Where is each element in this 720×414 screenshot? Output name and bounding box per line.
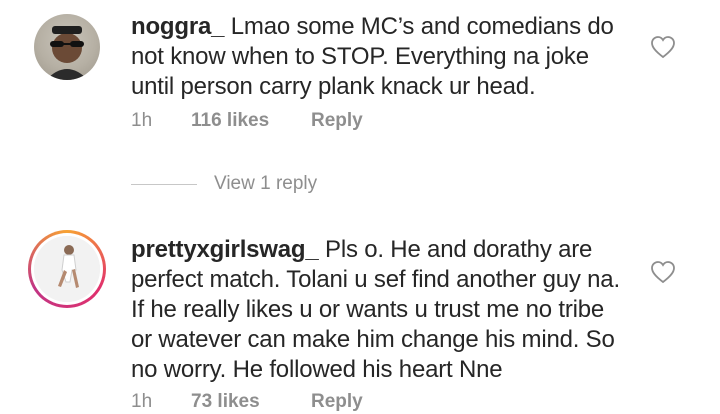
reply-button[interactable]: Reply	[311, 391, 363, 413]
avatar[interactable]	[34, 14, 100, 80]
view-replies-divider	[131, 183, 197, 185]
comment-likes[interactable]: 73 likes	[191, 391, 311, 413]
view-replies-button[interactable]: View 1 reply	[131, 173, 317, 195]
avatar[interactable]	[34, 236, 100, 302]
reply-button[interactable]: Reply	[311, 110, 363, 132]
comment-text: prettyxgirlswag_ Pls o. He and dorathy a…	[131, 235, 631, 385]
comment-username[interactable]: noggra_	[131, 13, 224, 40]
comment-time: 1h	[131, 391, 153, 412]
comment-username[interactable]: prettyxgirlswag_	[131, 236, 319, 263]
comment-meta: 1h 73 likes Reply	[131, 391, 363, 413]
comment-time: 1h	[131, 110, 153, 131]
view-replies-label: View 1 reply	[214, 173, 318, 194]
heart-outline-icon[interactable]	[650, 260, 676, 284]
user-avatar-icon	[34, 236, 100, 302]
heart-outline-icon[interactable]	[650, 35, 676, 59]
comment-likes[interactable]: 116 likes	[191, 110, 311, 132]
user-avatar-icon	[46, 26, 88, 80]
comment-meta: 1h 116 likes Reply	[131, 110, 363, 132]
comment-text: noggra_ Lmao some MC’s and comedians do …	[131, 12, 631, 102]
